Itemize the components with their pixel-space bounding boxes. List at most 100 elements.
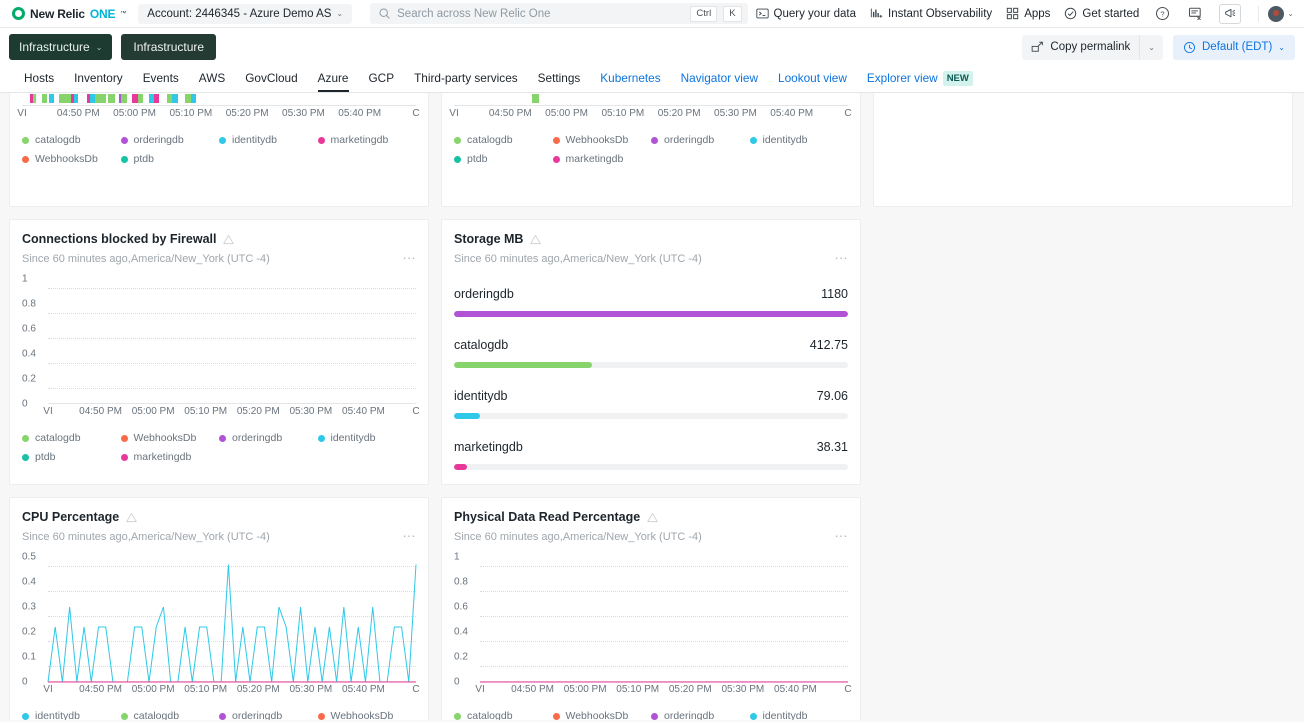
x-axis-tick-label: 05:20 PM (236, 406, 280, 417)
card-menu-button[interactable]: … (402, 247, 417, 261)
legend-item[interactable]: identitydb (317, 432, 417, 444)
legend-item[interactable]: ptdb (22, 451, 121, 463)
tab-label: Kubernetes (600, 71, 661, 85)
copy-permalink-caret[interactable]: ⌄ (1139, 34, 1163, 60)
tab-explorer-view[interactable]: Explorer view NEW (857, 71, 983, 92)
x-axis-cpu-percentage: VI 04:50 PM 05:00 PM 05:10 PM 05:20 PM 05:30 … (43, 684, 419, 700)
legend-item[interactable]: orderingdb (219, 710, 318, 720)
x-axis-partial-middle: VI 04:50 PM 05:00 PM 05:10 PM 05:20 PM 05:30 … (449, 108, 851, 124)
legend-item[interactable]: marketingdb (552, 153, 652, 165)
bar-list-row-header: orderingdb 1180 (454, 287, 848, 301)
legend-item[interactable]: catalogdb (454, 134, 553, 146)
card-menu-button[interactable]: … (402, 525, 417, 539)
legend-item[interactable]: identitydb (749, 710, 849, 720)
tab-aws[interactable]: AWS (189, 71, 235, 92)
instant-observability-button[interactable]: Instant Observability (870, 7, 992, 20)
legend-label: identitydb (762, 710, 808, 720)
legend-item[interactable]: WebhooksDb (552, 710, 652, 720)
x-axis-tick-label: 05:00 PM (131, 406, 175, 417)
legend-item[interactable]: ptdb (454, 153, 553, 165)
x-axis-tick-label: 05:20 PM (225, 108, 269, 119)
x-axis-tick-label: 05:30 PM (289, 684, 333, 695)
query-your-data-button[interactable]: Query your data (755, 7, 856, 20)
legend-label: marketingdb (565, 153, 624, 165)
legend-item[interactable]: orderingdb (651, 710, 750, 720)
legend-item[interactable]: marketingdb (120, 451, 220, 463)
y-axis-labels: 0 0.1 0.2 0.3 0.4 0.5 (22, 552, 48, 688)
bar-list-storage-mb: orderingdb 1180 catalogdb 412.75 identitydb 7… (454, 287, 848, 470)
card-title-connections-blocked: Connections blocked by Firewall (22, 232, 416, 246)
new-relic-logo[interactable]: New Relic ONE ™ (8, 7, 130, 21)
sub-bar-actions: Copy permalink ⌄ Default (EDT) ⌄ (1022, 34, 1295, 60)
tab-third-party-services[interactable]: Third-party services (404, 71, 528, 92)
legend-item[interactable]: catalogdb (22, 432, 121, 444)
dashboard-grid: VI 04:50 PM 05:00 PM 05:10 PM 05:20 PM 05:30 … (0, 93, 1302, 720)
check-circle-icon (1065, 7, 1077, 20)
apps-button[interactable]: Apps (1006, 7, 1050, 20)
legend-item[interactable]: WebhooksDb (120, 432, 220, 444)
tab-inventory[interactable]: Inventory (64, 71, 133, 92)
breadcrumb-infrastructure[interactable]: Infrastructure (121, 34, 217, 60)
legend-item[interactable]: WebhooksDb (552, 134, 652, 146)
x-axis-tick-label: 05:10 PM (616, 684, 660, 695)
tab-navigator-view[interactable]: Navigator view (671, 71, 768, 92)
tab-settings[interactable]: Settings (528, 71, 591, 92)
copy-permalink-button[interactable]: Copy permalink ⌄ (1022, 34, 1163, 60)
legend-color-dot-icon (22, 136, 29, 144)
y-axis-tick-label: 0.4 (22, 348, 36, 360)
bar-list-row[interactable]: marketingdb 38.31 (454, 440, 848, 470)
get-started-button[interactable]: Get started (1064, 7, 1139, 20)
infrastructure-tabs: Hosts Inventory Events AWS GovCloud Azure GCP T… (0, 66, 1304, 93)
legend-item[interactable]: orderingdb (120, 134, 220, 146)
legend-item[interactable]: identitydb (22, 710, 121, 720)
tab-gcp[interactable]: GCP (359, 71, 405, 92)
bar-list-row[interactable]: catalogdb 412.75 (454, 338, 848, 368)
tab-kubernetes[interactable]: Kubernetes (590, 71, 670, 92)
card-title-text: Physical Data Read Percentage (454, 510, 641, 524)
x-axis-tick-label: 05:40 PM (338, 108, 382, 119)
y-axis-labels: 0 0.2 0.4 0.6 0.8 1 (454, 552, 480, 688)
help-button[interactable]: ? (1153, 4, 1172, 23)
card-menu-button[interactable]: … (834, 525, 849, 539)
copy-permalink-main[interactable]: Copy permalink (1022, 35, 1139, 60)
legend-item[interactable]: WebhooksDb (22, 153, 121, 165)
feedback-icon (1189, 7, 1202, 21)
get-started-label: Get started (1082, 7, 1140, 20)
user-menu[interactable]: ⌄ (1258, 5, 1294, 22)
tab-events[interactable]: Events (133, 71, 189, 92)
card-title-text: CPU Percentage (22, 510, 120, 524)
x-axis-tick-label: C (412, 108, 420, 119)
card-menu-button[interactable]: … (834, 247, 849, 261)
legend-item[interactable]: orderingdb (651, 134, 750, 146)
legend-color-dot-icon (22, 434, 29, 442)
legend-item[interactable]: marketingdb (317, 134, 417, 146)
account-selector[interactable]: Account: 2446345 - Azure Demo AS ⌄ (138, 3, 353, 24)
legend-item[interactable]: identitydb (749, 134, 849, 146)
timezone-picker[interactable]: Default (EDT) ⌄ (1173, 34, 1295, 60)
legend-label: identitydb (762, 134, 808, 146)
bar-list-row[interactable]: identitydb 79.06 (454, 389, 848, 419)
legend-item[interactable]: catalogdb (454, 710, 553, 720)
announcements-button[interactable] (1219, 3, 1242, 24)
legend-item[interactable]: orderingdb (219, 432, 318, 444)
tab-hosts[interactable]: Hosts (14, 71, 64, 92)
legend-physical-data-read: catalogdbWebhooksDborderingdbidentitydbp… (454, 710, 848, 720)
legend-item[interactable]: identitydb (219, 134, 318, 146)
tab-label: GCP (368, 71, 395, 85)
tab-lookout-view[interactable]: Lookout view (768, 71, 857, 92)
launcher-infrastructure-dropdown[interactable]: Infrastructure ⌄ (9, 34, 113, 60)
bar-list-row[interactable]: orderingdb 1180 (454, 287, 848, 317)
feedback-button[interactable] (1186, 4, 1205, 23)
y-axis-tick-label: 0.2 (22, 626, 36, 638)
tab-govcloud[interactable]: GovCloud (235, 71, 307, 92)
warning-triangle-icon (530, 234, 542, 244)
legend-item[interactable]: WebhooksDb (317, 710, 417, 720)
legend-item[interactable]: catalogdb (120, 710, 220, 720)
legend-color-dot-icon (552, 155, 560, 163)
legend-item[interactable]: ptdb (120, 153, 220, 165)
legend-item[interactable]: catalogdb (22, 134, 121, 146)
tab-azure[interactable]: Azure (308, 71, 359, 92)
tab-label: Explorer view (866, 71, 938, 85)
global-search-input[interactable]: Search across New Relic One Ctrl K (370, 3, 748, 24)
legend-color-dot-icon (219, 712, 226, 720)
